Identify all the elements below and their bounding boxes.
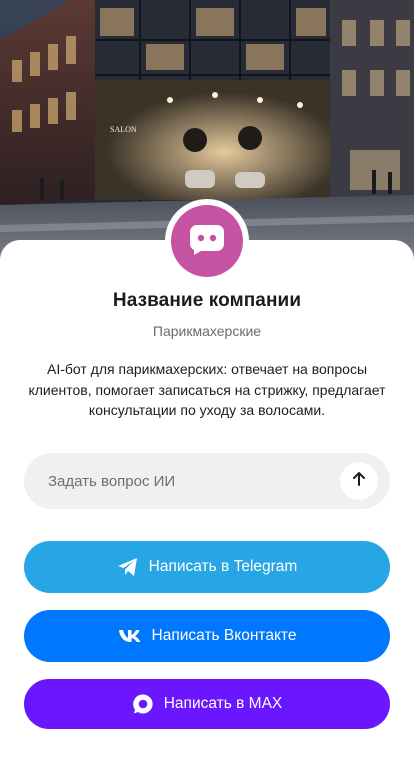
max-button-label: Написать в MAX <box>163 695 283 712</box>
telegram-button-label: Написать в Telegram <box>148 558 298 575</box>
ask-ai-input[interactable] <box>24 453 340 509</box>
ask-ai-box <box>24 453 390 509</box>
chat-bot-icon <box>188 222 226 261</box>
telegram-icon <box>117 557 139 577</box>
vk-icon <box>118 629 142 643</box>
salon-sign: SALON <box>110 125 137 134</box>
company-description: AI-бот для парикмахерских: отвечает на в… <box>28 361 386 418</box>
avatar-circle <box>171 205 243 277</box>
vk-button-label: Написать Вконтакте <box>151 627 297 644</box>
company-name: Название компании <box>112 290 302 311</box>
vk-button[interactable]: Написать Вконтакте <box>24 610 390 662</box>
company-category: Парикмахерские <box>152 323 262 339</box>
max-icon <box>132 693 154 715</box>
telegram-button[interactable]: Написать в Telegram <box>24 541 390 593</box>
send-button[interactable] <box>340 462 378 500</box>
arrow-up-icon <box>351 471 367 492</box>
avatar <box>165 199 249 283</box>
max-button[interactable]: Написать в MAX <box>24 679 390 729</box>
page: SALON Название компании Парикмахерские A… <box>0 0 414 770</box>
